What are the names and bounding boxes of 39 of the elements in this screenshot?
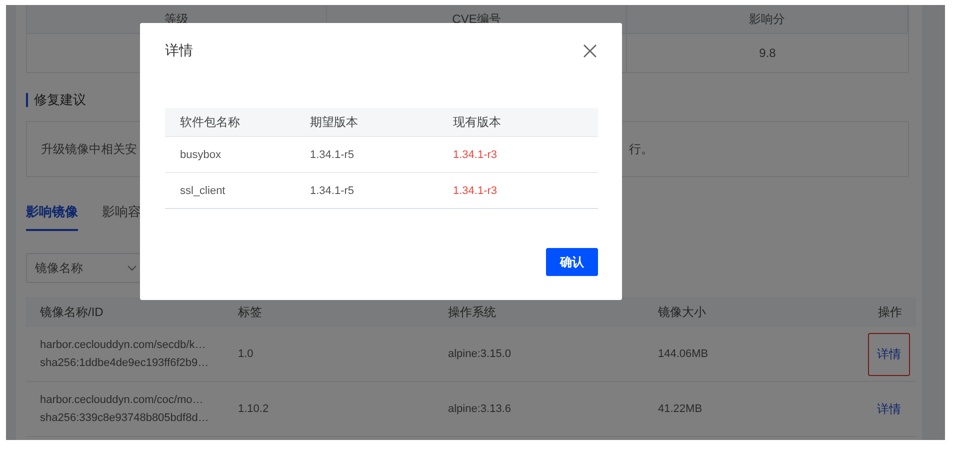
table-cell: alpine:3.13.6 xyxy=(448,403,511,415)
table-header-cell: 镜像名称/ID xyxy=(26,297,238,327)
table-cell: 1.34.1-r5 xyxy=(310,172,453,208)
table-cell: 144.06MB xyxy=(658,348,708,360)
table-cell: 1.34.1-r5 xyxy=(310,136,453,172)
section-title: 修复建议 xyxy=(34,91,86,109)
table-cell: 9.8 xyxy=(627,33,908,72)
section-marker xyxy=(26,93,28,107)
table-cell: 1.34.1-r3 xyxy=(453,172,598,208)
image-name: harbor.ceclouddyn.com/coc/mo… xyxy=(40,394,204,406)
recommendation-text: 升级镜像中相关安 xyxy=(41,140,137,158)
image-name: harbor.ceclouddyn.com/secdb/k… xyxy=(40,339,206,351)
image-id: sha256:339c8e93748b805bdf8d… xyxy=(40,412,209,424)
tab[interactable]: 影响镜像 xyxy=(26,203,78,231)
chevron-down-icon xyxy=(127,265,137,271)
table-cell: 1.10.2 xyxy=(238,403,269,415)
table-header-cell: 现有版本 xyxy=(453,108,598,136)
table-header-cell: 标签 xyxy=(238,297,448,327)
table-cell: ssl_client xyxy=(165,172,310,208)
tab[interactable]: 影响容 xyxy=(102,203,141,231)
table-header-cell: 期望版本 xyxy=(310,108,453,136)
close-icon xyxy=(582,43,598,59)
confirm-button[interactable]: 确认 xyxy=(546,248,598,276)
table-cell: alpine:3.15.0 xyxy=(448,348,511,360)
table-header-cell: 软件包名称 xyxy=(165,108,310,136)
close-button[interactable] xyxy=(582,43,598,59)
table-cell: 1.34.1-r3 xyxy=(453,136,598,172)
dialog-title: 详情 xyxy=(165,42,193,60)
table-header-cell: 镜像大小 xyxy=(658,297,868,327)
table-cell: 1.0 xyxy=(238,348,254,360)
table-header-cell: 操作系统 xyxy=(448,297,658,327)
recommendation-text: 行。 xyxy=(629,140,653,158)
table-header-cell: 操作 xyxy=(868,297,916,327)
details-link[interactable]: 详情 xyxy=(868,388,910,430)
image-id: sha256:1ddbe4de9ec193ff6f2b9… xyxy=(40,357,209,369)
table-cell: 41.22MB xyxy=(658,403,702,415)
table-cell: busybox xyxy=(165,136,310,172)
details-link[interactable]: 详情 xyxy=(868,332,910,376)
table-header-cell: 影响分 xyxy=(627,5,908,33)
